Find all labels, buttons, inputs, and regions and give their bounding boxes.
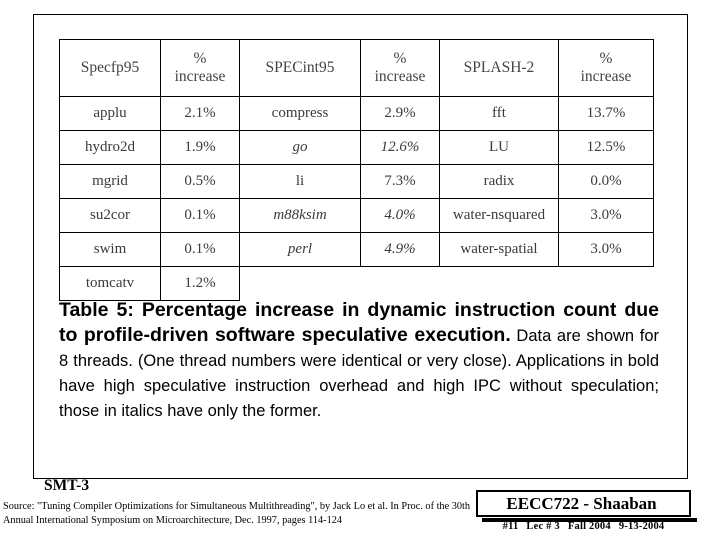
footer-date: 9-13-2004 — [618, 521, 665, 532]
cell-int-name: go — [239, 130, 361, 165]
cell-int-value: 12.6% — [360, 130, 440, 165]
cell-sp-value: 3.0% — [558, 198, 654, 233]
cell-int-name: m88ksim — [239, 198, 361, 233]
footer-lecture: Lec # 3 — [526, 521, 560, 532]
cell-empty — [558, 266, 654, 301]
cell-int-name: compress — [239, 96, 361, 131]
cell-fp-name: tomcatv — [59, 266, 161, 301]
footer-slide-number: #11 — [502, 521, 519, 532]
slide-canvas: Specfp95 % increase SPECint95 % increase S… — [0, 0, 720, 540]
cell-fp-name: hydro2d — [59, 130, 161, 165]
cell-int-value: 2.9% — [360, 96, 440, 131]
cell-sp-name: water-nsquared — [439, 198, 559, 233]
table-row: hydro2d 1.9% go 12.6% LU 12.5% — [59, 130, 654, 165]
column-header-increase-3: % increase — [558, 39, 654, 97]
cell-int-value: 7.3% — [360, 164, 440, 199]
footer-course-title: EECC722 - Shaaban — [506, 494, 657, 513]
footer-term: Fall 2004 — [567, 521, 611, 532]
cell-fp-value: 1.9% — [160, 130, 240, 165]
cell-fp-value: 0.5% — [160, 164, 240, 199]
smt3-label: SMT-3 — [44, 477, 90, 494]
figure-frame: Specfp95 % increase SPECint95 % increase S… — [33, 14, 688, 479]
footer-meta: #11 Lec # 3 Fall 2004 9-13-2004 — [476, 521, 691, 532]
cell-sp-name: fft — [439, 96, 559, 131]
column-header-specint95: SPECint95 — [239, 39, 361, 97]
column-header-specfp95: Specfp95 — [59, 39, 161, 97]
cell-int-name: li — [239, 164, 361, 199]
cell-fp-name: su2cor — [59, 198, 161, 233]
cell-fp-name: mgrid — [59, 164, 161, 199]
cell-int-value: 4.0% — [360, 198, 440, 233]
cell-int-name: perl — [239, 232, 361, 267]
table-caption: Table 5: Percentage increase in dynamic … — [59, 298, 659, 423]
table-row: mgrid 0.5% li 7.3% radix 0.0% — [59, 164, 654, 199]
results-table: Specfp95 % increase SPECint95 % increase S… — [59, 39, 654, 301]
cell-sp-value: 3.0% — [558, 232, 654, 267]
cell-empty — [360, 266, 440, 301]
column-header-increase-2: % increase — [360, 39, 440, 97]
table-row: applu 2.1% compress 2.9% fft 13.7% — [59, 96, 654, 131]
table-body: applu 2.1% compress 2.9% fft 13.7% hydro… — [59, 96, 654, 301]
cell-int-value: 4.9% — [360, 232, 440, 267]
table-header-row: Specfp95 % increase SPECint95 % increase S… — [59, 39, 654, 97]
column-header-splash2: SPLASH-2 — [439, 39, 559, 97]
cell-fp-value: 0.1% — [160, 198, 240, 233]
cell-fp-value: 0.1% — [160, 232, 240, 267]
column-header-increase-1: % increase — [160, 39, 240, 97]
cell-empty — [439, 266, 559, 301]
cell-sp-name: LU — [439, 130, 559, 165]
cell-fp-name: swim — [59, 232, 161, 267]
cell-sp-value: 12.5% — [558, 130, 654, 165]
table-row: swim 0.1% perl 4.9% water-spatial 3.0% — [59, 232, 654, 267]
cell-fp-value: 1.2% — [160, 266, 240, 301]
cell-fp-value: 2.1% — [160, 96, 240, 131]
table-row: tomcatv 1.2% — [59, 266, 654, 301]
table-row: su2cor 0.1% m88ksim 4.0% water-nsquared … — [59, 198, 654, 233]
cell-empty — [239, 266, 361, 301]
table-header: Specfp95 % increase SPECint95 % increase S… — [59, 39, 654, 97]
source-citation: Source: "Tuning Compiler Optimizations f… — [3, 501, 471, 526]
cell-sp-name: water-spatial — [439, 232, 559, 267]
cell-fp-name: applu — [59, 96, 161, 131]
cell-sp-value: 0.0% — [558, 164, 654, 199]
cell-sp-value: 13.7% — [558, 96, 654, 131]
cell-sp-name: radix — [439, 164, 559, 199]
